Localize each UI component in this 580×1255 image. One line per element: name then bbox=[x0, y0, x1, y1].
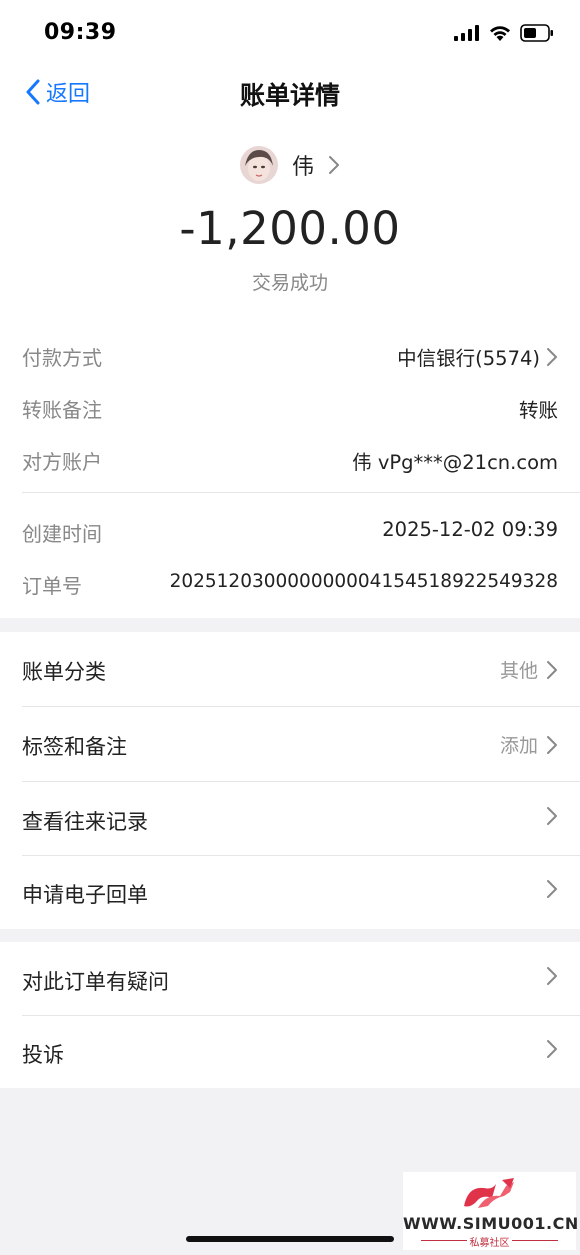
chevron-right-icon bbox=[547, 735, 557, 754]
chevron-right-icon bbox=[329, 156, 339, 174]
status-bar: 09:39 bbox=[0, 0, 580, 66]
watermark-url: WWW.SIMU001.CN bbox=[403, 1214, 579, 1233]
order-question-chevron-wrap bbox=[546, 966, 558, 986]
watermark: WWW.SIMU001.CN 私募社区 bbox=[403, 1172, 579, 1250]
counterparty-row: 对方账户 伟 vPg***@21cn.com bbox=[0, 438, 580, 478]
transaction-header: 伟 -1,200.00 交易成功 bbox=[0, 122, 580, 312]
chevron-right-icon bbox=[547, 880, 557, 898]
transfer-note-value: 转账 bbox=[518, 399, 558, 422]
status-icons bbox=[454, 24, 554, 42]
support-group: 对此订单有疑问 投诉 bbox=[0, 942, 580, 1088]
transfer-note-label: 转账备注 bbox=[22, 398, 102, 422]
order-number-label: 订单号 bbox=[22, 574, 82, 598]
options-group: 账单分类 其他 标签和备注 添加 查看往来记录 申请电子回单 bbox=[0, 632, 580, 929]
e-receipt-chevron-wrap bbox=[546, 879, 558, 899]
tags-notes-row[interactable]: 标签和备注 添加 bbox=[0, 707, 580, 781]
e-receipt-row[interactable]: 申请电子回单 bbox=[0, 855, 580, 929]
avatar bbox=[239, 146, 278, 184]
created-time-row: 创建时间 2025-12-02 09:39 bbox=[0, 510, 580, 550]
payee-link[interactable]: 伟 bbox=[0, 146, 580, 184]
status-time: 09:39 bbox=[44, 20, 117, 45]
divider bbox=[22, 492, 580, 493]
tags-notes-label: 标签和备注 bbox=[22, 735, 127, 759]
nav-bar: 返回 账单详情 bbox=[0, 66, 580, 122]
payment-method-text: 中信银行(5574) bbox=[397, 347, 540, 370]
bill-category-label: 账单分类 bbox=[22, 660, 106, 684]
payment-method-value: 中信银行(5574) bbox=[397, 342, 558, 371]
chevron-right-icon bbox=[547, 660, 557, 679]
order-question-row[interactable]: 对此订单有疑问 bbox=[0, 942, 580, 1016]
history-records-row[interactable]: 查看往来记录 bbox=[0, 782, 580, 856]
page-title: 账单详情 bbox=[239, 81, 340, 110]
counterparty-label: 对方账户 bbox=[22, 450, 102, 474]
bill-category-value: 其他 bbox=[499, 660, 538, 682]
transaction-status: 交易成功 bbox=[251, 272, 328, 294]
payment-method-label: 付款方式 bbox=[22, 346, 102, 370]
cellular-signal-icon bbox=[454, 25, 479, 41]
order-number-row: 订单号 20251203000000000415451892254932​8 bbox=[0, 562, 580, 602]
history-records-label: 查看往来记录 bbox=[22, 810, 148, 834]
e-receipt-label: 申请电子回单 bbox=[22, 883, 148, 907]
order-question-label: 对此订单有疑问 bbox=[22, 970, 169, 994]
bill-category-value-wrap: 其他 bbox=[500, 656, 558, 683]
payment-method-row[interactable]: 付款方式 中信银行(5574) bbox=[0, 334, 580, 374]
watermark-logo-icon bbox=[464, 1178, 514, 1208]
transaction-details: 付款方式 中信银行(5574) 转账备注 转账 对方账户 伟 vPg***@21… bbox=[0, 312, 580, 618]
wifi-icon bbox=[490, 26, 510, 41]
transaction-amount: -1,200.00 bbox=[179, 202, 401, 255]
order-number-value[interactable]: 20251203000000000415451892254932​8 bbox=[170, 571, 558, 592]
history-records-chevron-wrap bbox=[546, 806, 558, 826]
created-time-label: 创建时间 bbox=[22, 522, 102, 546]
bill-category-row[interactable]: 账单分类 其他 bbox=[0, 632, 580, 706]
complaint-label: 投诉 bbox=[22, 1043, 64, 1067]
counterparty-value: 伟 vPg***@21cn.com bbox=[352, 451, 558, 474]
transfer-note-row: 转账备注 转账 bbox=[0, 386, 580, 426]
created-time-value: 2025-12-02 09:39 bbox=[382, 518, 558, 541]
chevron-right-icon bbox=[547, 807, 557, 825]
chevron-right-icon bbox=[547, 347, 557, 366]
chevron-right-icon bbox=[547, 1040, 557, 1058]
complaint-chevron-wrap bbox=[546, 1039, 558, 1059]
tags-notes-value-wrap: 添加 bbox=[500, 731, 558, 758]
watermark-subtitle: 私募社区 bbox=[469, 1238, 510, 1249]
payee-name: 伟 bbox=[291, 155, 314, 180]
chevron-right-icon bbox=[547, 967, 557, 985]
complaint-row[interactable]: 投诉 bbox=[0, 1015, 580, 1089]
tags-notes-value: 添加 bbox=[499, 735, 538, 757]
battery-icon bbox=[520, 24, 553, 42]
home-indicator[interactable] bbox=[186, 1236, 394, 1242]
